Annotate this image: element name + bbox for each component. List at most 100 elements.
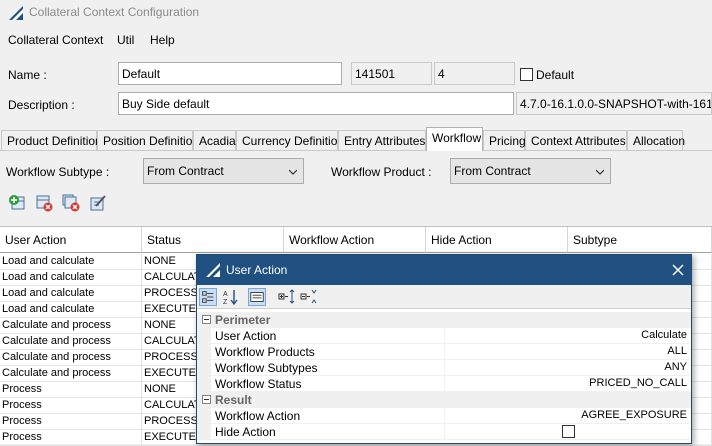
table-cell: Load and calculate xyxy=(0,270,142,286)
property-name: Hide Action xyxy=(215,425,276,439)
delete-row-icon[interactable] xyxy=(35,194,53,212)
chevron-down-icon xyxy=(289,169,297,175)
close-icon[interactable] xyxy=(672,264,684,276)
tab-currency-definition[interactable]: Currency Definition xyxy=(236,130,344,150)
add-row-icon[interactable] xyxy=(8,194,26,212)
svg-text:Z: Z xyxy=(223,299,228,306)
description-input[interactable]: Buy Side default xyxy=(118,92,514,115)
property-row[interactable]: Hide Action xyxy=(197,424,691,440)
table-cell: Calculate and process xyxy=(0,334,142,350)
table-cell: Load and calculate xyxy=(0,286,142,302)
property-row[interactable]: Workflow Action AGREE_EXPOSURE xyxy=(197,408,691,424)
expand-all-icon[interactable] xyxy=(277,288,295,306)
hide-action-checkbox[interactable] xyxy=(562,425,575,438)
menu-collateral-context[interactable]: Collateral Context xyxy=(8,33,103,47)
tab-pricing[interactable]: Pricing xyxy=(483,130,526,150)
row-gutter xyxy=(197,360,211,376)
collapse-all-icon[interactable] xyxy=(299,288,317,306)
table-cell: Calculate and process xyxy=(0,318,142,334)
categorized-view-icon[interactable] xyxy=(199,288,217,306)
col-header-hide-action[interactable]: Hide Action xyxy=(426,227,568,253)
name-label: Name : xyxy=(8,68,47,82)
dialog-titlebar[interactable]: User Action xyxy=(197,255,691,285)
property-row[interactable]: User Action Calculate xyxy=(197,328,691,344)
category-perimeter[interactable]: Perimeter xyxy=(197,312,691,328)
app-logo-icon xyxy=(9,6,23,20)
property-value[interactable]: ANY xyxy=(664,361,687,373)
table-cell: Process xyxy=(0,382,142,398)
table-cell: Calculate and process xyxy=(0,366,142,382)
menu-help[interactable]: Help xyxy=(150,33,175,47)
delete-all-rows-icon[interactable] xyxy=(62,194,80,212)
workflow-product-value: From Contract xyxy=(454,164,531,178)
collapse-icon[interactable] xyxy=(202,315,211,324)
category-label: Perimeter xyxy=(215,313,271,327)
property-row[interactable]: Workflow Subtypes ANY xyxy=(197,360,691,376)
default-label: Default xyxy=(536,68,575,82)
chevron-down-icon xyxy=(596,169,604,175)
version-field: 4 xyxy=(434,62,515,85)
property-value[interactable]: PRICED_NO_CALL xyxy=(589,377,687,389)
tab-context-attributes[interactable]: Context Attributes xyxy=(525,130,627,150)
workflow-subtype-label: Workflow Subtype : xyxy=(6,165,110,179)
property-pages-icon[interactable] xyxy=(248,288,266,306)
tab-allocation[interactable]: Allocation xyxy=(627,130,685,150)
property-name: Workflow Action xyxy=(215,409,301,423)
menu-bar: Collateral Context Util Help xyxy=(0,28,712,50)
col-header-status[interactable]: Status xyxy=(142,227,284,253)
id-field: 141501 xyxy=(351,62,432,85)
window-titlebar: Collateral Context Configuration xyxy=(0,0,712,26)
menu-util[interactable]: Util xyxy=(117,33,134,47)
row-gutter xyxy=(197,344,211,360)
table-cell: Load and calculate xyxy=(0,302,142,318)
column-divider[interactable] xyxy=(444,424,445,440)
tab-acadia[interactable]: Acadia xyxy=(193,130,236,150)
property-name: Workflow Products xyxy=(215,345,315,359)
user-action-dialog: User Action A Z Perimeter User Action Ca… xyxy=(196,254,692,444)
tab-product-definition[interactable]: Product Definition xyxy=(1,130,102,150)
category-label: Result xyxy=(215,393,252,407)
row-gutter xyxy=(197,376,211,392)
tab-position-definition[interactable]: Position Definition xyxy=(97,130,199,150)
tab-workflow[interactable]: Workflow xyxy=(426,127,483,151)
workflow-product-select[interactable]: From Contract xyxy=(450,158,611,184)
property-value[interactable]: AGREE_EXPOSURE xyxy=(581,409,687,421)
property-value[interactable]: ALL xyxy=(667,345,687,357)
name-input[interactable]: Default xyxy=(118,62,342,85)
row-gutter xyxy=(197,424,211,440)
window-title: Collateral Context Configuration xyxy=(29,5,200,19)
default-checkbox[interactable] xyxy=(520,68,533,81)
property-name: Workflow Status xyxy=(215,377,302,391)
property-row[interactable]: Workflow Products ALL xyxy=(197,344,691,360)
row-gutter xyxy=(197,408,211,424)
col-header-subtype[interactable]: Subtype xyxy=(568,227,712,253)
col-header-user-action[interactable]: User Action xyxy=(0,227,142,253)
table-cell: Process xyxy=(0,398,142,414)
column-divider[interactable] xyxy=(444,376,445,392)
workflow-subtype-select[interactable]: From Contract xyxy=(143,158,304,184)
app-logo-icon xyxy=(206,263,220,277)
sort-alphabetical-icon[interactable]: A Z xyxy=(221,288,239,306)
table-cell: Process xyxy=(0,414,142,430)
column-divider[interactable] xyxy=(444,360,445,376)
column-divider[interactable] xyxy=(444,328,445,344)
column-divider[interactable] xyxy=(444,408,445,424)
property-value[interactable]: Calculate xyxy=(641,329,687,341)
category-result[interactable]: Result xyxy=(197,392,691,408)
edit-row-icon[interactable] xyxy=(89,194,107,212)
property-row[interactable]: Workflow Status PRICED_NO_CALL xyxy=(197,376,691,392)
workflow-subtype-value: From Contract xyxy=(147,164,224,178)
col-header-workflow-action[interactable]: Workflow Action xyxy=(284,227,426,253)
build-version-field: 4.7.0-16.1.0.0-SNAPSHOT-with-1610 xyxy=(516,92,712,115)
table-cell: Load and calculate xyxy=(0,254,142,270)
workflow-product-label: Workflow Product : xyxy=(331,165,432,179)
column-divider[interactable] xyxy=(444,344,445,360)
tab-entry-attributes[interactable]: Entry Attributes xyxy=(338,130,426,150)
property-grid-toolbar: A Z xyxy=(197,285,691,309)
property-name: Workflow Subtypes xyxy=(215,361,318,375)
row-gutter xyxy=(197,328,211,344)
collapse-icon[interactable] xyxy=(202,395,211,404)
svg-text:A: A xyxy=(223,291,228,298)
property-name: User Action xyxy=(215,329,277,343)
tab-strip: Product Definition Position Definition A… xyxy=(0,127,712,151)
